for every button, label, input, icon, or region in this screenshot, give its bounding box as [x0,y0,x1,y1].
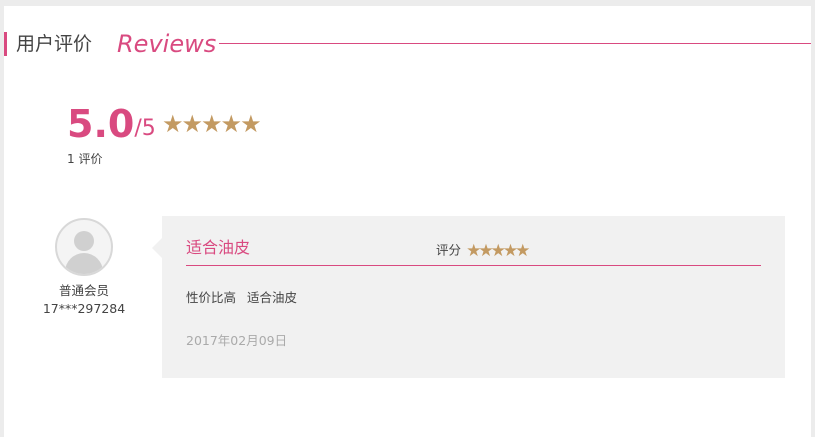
star-icon: ★ [515,240,531,261]
review-tags: 性价比高 适合油皮 [186,287,304,306]
reviewer-info: 普通会员 17***297284 [24,282,144,318]
review-date: 2017年02月09日 [186,333,288,348]
review-tag: 适合油皮 [247,290,298,305]
review-card: 适合油皮 评分 ★★★★★ 性价比高 适合油皮 2017年02月09日 [152,216,785,378]
summary-stars: ★★★★★ [162,110,262,138]
user-avatar-icon [55,218,113,276]
review-count: 1 评价 [67,152,103,166]
star-icon: ★ [201,110,223,138]
star-icon: ★ [240,110,262,138]
avatar-body [65,253,103,274]
star-icon: ★ [220,110,243,138]
header-accent-bar [4,32,7,56]
header-divider [219,43,811,44]
avatar-head [74,231,94,251]
review-divider [186,265,761,266]
rating-summary: 5.0/5 ★★★★★ 1 评价 [67,102,262,166]
star-icon: ★ [162,110,184,138]
section-header: 用户评价 Reviews [4,26,811,62]
score-max: /5 [134,116,156,141]
reviews-panel: 用户评价 Reviews 5.0/5 ★★★★★ 1 评价 普通会员 17***… [4,6,811,437]
review-rating: 评分 ★★★★★ [436,240,531,261]
star-icon: ★ [181,110,204,138]
bubble-pointer [152,238,162,258]
review-tag: 性价比高 [186,290,237,305]
reviewer-id: 17***297284 [42,301,126,316]
rating-label: 评分 [436,242,462,258]
review-title: 适合油皮 [186,238,251,257]
section-title-en: Reviews [117,30,217,58]
reviewer-type: 普通会员 [58,283,109,298]
section-title-cn: 用户评价 [16,33,93,55]
average-score: 5.0 [67,102,135,146]
